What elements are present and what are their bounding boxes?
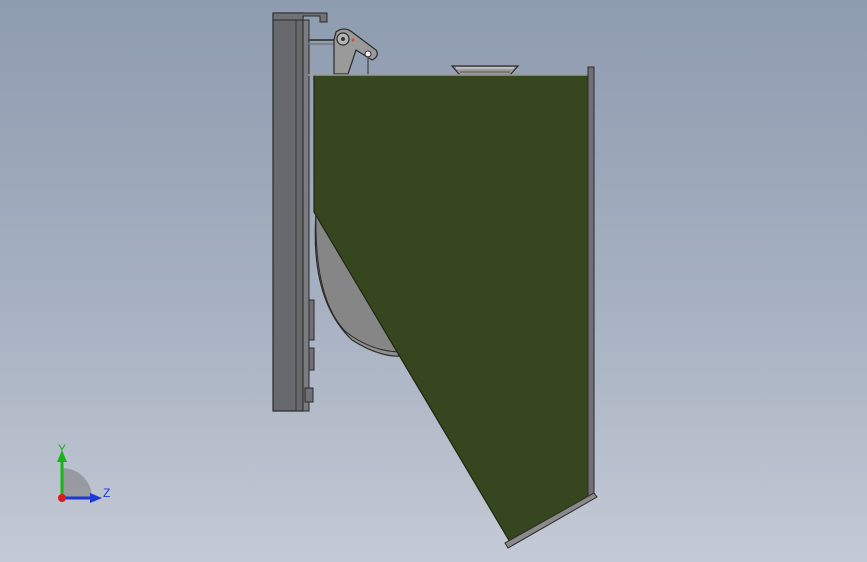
- x-axis-dot: [58, 494, 66, 502]
- clamp-block[interactable]: [308, 299, 315, 341]
- top-inlet[interactable]: [450, 65, 520, 76]
- inlet-funnel[interactable]: [450, 65, 520, 76]
- z-axis-arrow: [90, 493, 102, 503]
- hinge-pin-center: [341, 37, 345, 41]
- orientation-triad[interactable]: Y Z: [48, 438, 123, 513]
- clamp-block[interactable]: [304, 387, 314, 403]
- right-side-plate[interactable]: [587, 66, 595, 499]
- wall-plate[interactable]: [272, 12, 304, 412]
- graphics-viewport[interactable]: Y Z: [0, 0, 867, 562]
- cad-model-view[interactable]: [0, 0, 867, 562]
- frame-flange[interactable]: [302, 19, 310, 412]
- y-axis-label: Y: [58, 442, 66, 456]
- hinge-marker: [351, 38, 355, 42]
- triad-plane-shading: [62, 468, 92, 498]
- hinge-mechanism[interactable]: [308, 28, 378, 75]
- z-axis-label: Z: [103, 486, 110, 500]
- clamp-block[interactable]: [308, 347, 315, 371]
